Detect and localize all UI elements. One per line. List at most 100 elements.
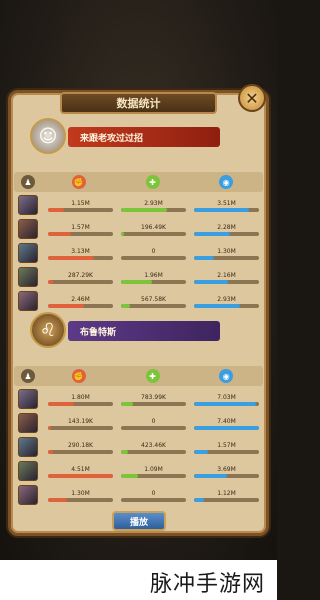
shield-bar (194, 207, 259, 212)
damage-cell: 143.19K (44, 417, 117, 430)
damage-bar-fill (48, 449, 53, 454)
damage-cell: 1.15M (44, 199, 117, 212)
heal-cell: 1.96M (117, 271, 190, 284)
close-button[interactable]: ✕ (238, 84, 266, 112)
damage-cell: 3.13M (44, 247, 117, 260)
damage-bar-fill (48, 231, 71, 236)
heal-bar (121, 303, 186, 308)
heal-cell: 783.99K (117, 393, 190, 406)
damage-bar (48, 401, 113, 406)
warrior-portrait-icon: ☺ (38, 125, 58, 147)
heal-cell: 423.46K (117, 441, 190, 454)
hero-portrait-icon[interactable] (18, 437, 38, 457)
damage-bar (48, 279, 113, 284)
damage-cell: 290.18K (44, 441, 117, 454)
hero-portrait-icon[interactable] (18, 413, 38, 433)
close-icon: ✕ (245, 88, 259, 108)
shield-bar (194, 303, 259, 308)
heal-cell: 196.49K (117, 223, 190, 236)
heal-value: 1.09M (144, 465, 163, 473)
damage-value: 1.57M (71, 223, 90, 231)
damage-bar-fill (48, 425, 51, 430)
heal-value: 783.99K (141, 393, 166, 401)
damage-bar (48, 449, 113, 454)
damage-bar-fill (48, 303, 84, 308)
hero-stat-row: 1.30M 0 1.12M (14, 484, 263, 506)
shield-cell: 2.16M (190, 271, 263, 284)
team-a-legend: ♟ ✊ ✚ ◉ (14, 172, 263, 192)
heal-bar (121, 473, 186, 478)
heal-cell: 567.58K (117, 295, 190, 308)
hero-column-icon: ♟ (21, 369, 35, 383)
shield-value: 1.30M (217, 247, 236, 255)
hero-column-icon: ♟ (21, 175, 35, 189)
shield-cell: 3.51M (190, 199, 263, 212)
shield-cell: 2.93M (190, 295, 263, 308)
shield-bar-fill (194, 473, 227, 478)
shield-bar-fill (194, 401, 256, 406)
shield-bar (194, 449, 259, 454)
heal-bar (121, 497, 186, 502)
shield-bar-fill (194, 303, 240, 308)
panel-title: 数据统计 (60, 92, 217, 114)
team-b-banner: 布鲁特斯 (68, 320, 220, 342)
heal-bar-fill (121, 207, 167, 212)
replay-button[interactable]: 播放 (112, 511, 166, 531)
damage-value: 4.51M (71, 465, 90, 473)
heal-bar-fill (121, 401, 134, 406)
team-b-avatar: ♌ (30, 312, 66, 348)
damage-value: 143.19K (68, 417, 93, 425)
heal-bar-fill (121, 279, 152, 284)
lion-portrait-icon: ♌ (39, 319, 57, 341)
shield-value: 2.93M (217, 295, 236, 303)
shield-value: 3.51M (217, 199, 236, 207)
hero-portrait-icon[interactable] (18, 195, 38, 215)
shield-bar (194, 255, 259, 260)
heal-cell: 0 (117, 489, 190, 502)
hero-portrait-icon[interactable] (18, 461, 38, 481)
heal-cell: 0 (117, 247, 190, 260)
heal-value: 0 (151, 247, 156, 255)
hero-stat-row: 1.15M 2.93M 3.51M (14, 194, 263, 216)
hero-portrait-icon[interactable] (18, 485, 38, 505)
damage-value: 290.18K (68, 441, 93, 449)
damage-cell: 1.57M (44, 223, 117, 236)
shield-bar-fill (194, 497, 204, 502)
shield-cell: 1.30M (190, 247, 263, 260)
damage-cell: 4.51M (44, 465, 117, 478)
heal-bar (121, 279, 186, 284)
shield-bar (194, 473, 259, 478)
heal-bar-fill (121, 303, 131, 308)
hero-stat-row: 287.29K 1.96M 2.16M (14, 266, 263, 288)
shield-cell: 3.69M (190, 465, 263, 478)
shield-bar (194, 279, 259, 284)
damage-bar-fill (48, 207, 65, 212)
shield-value: 1.57M (217, 441, 236, 449)
shield-bar (194, 425, 259, 430)
damage-cell: 1.30M (44, 489, 117, 502)
shield-value: 1.12M (217, 489, 236, 497)
hero-portrait-icon[interactable] (18, 267, 38, 287)
team-a-avatar: ☺ (30, 118, 66, 154)
shield-cell: 7.03M (190, 393, 263, 406)
shield-bar (194, 231, 259, 236)
damage-value: 3.13M (71, 247, 90, 255)
shield-bar-fill (194, 255, 214, 260)
hero-stat-row: 290.18K 423.46K 1.57M (14, 436, 263, 458)
damage-value: 2.46M (71, 295, 90, 303)
shield-value: 3.69M (217, 465, 236, 473)
damage-bar (48, 473, 113, 478)
team-a-name: 来跟老攻过过招 (68, 127, 220, 147)
shield-cell: 7.40M (190, 417, 263, 430)
hero-portrait-icon[interactable] (18, 291, 38, 311)
hero-stat-row: 2.46M 567.58K 2.93M (14, 290, 263, 312)
hero-portrait-icon[interactable] (18, 389, 38, 409)
hero-portrait-icon[interactable] (18, 243, 38, 263)
damage-bar (48, 231, 113, 236)
heal-bar (121, 231, 186, 236)
damage-value: 1.15M (71, 199, 90, 207)
damage-icon: ✊ (71, 175, 86, 189)
heal-value: 0 (151, 489, 156, 497)
shield-bar-fill (194, 279, 228, 284)
hero-portrait-icon[interactable] (18, 219, 38, 239)
